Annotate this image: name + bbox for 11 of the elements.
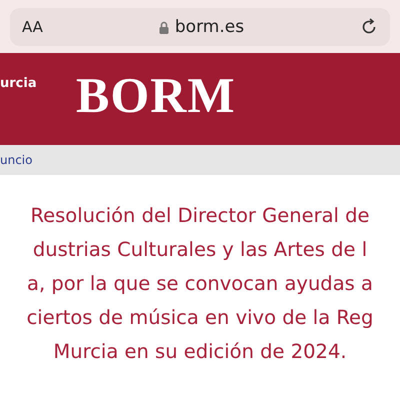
title-line: dustrias Culturales y las Artes de l	[32, 237, 368, 263]
title-line: Resolución del Director General de	[30, 203, 370, 229]
logo[interactable]: BORM	[76, 70, 236, 120]
region-name: urcia	[0, 76, 38, 91]
breadcrumb-link[interactable]: uncio	[0, 153, 32, 167]
address-bar[interactable]: AA borm.es	[10, 8, 390, 46]
text-size-button[interactable]: AA	[22, 18, 43, 36]
title-line: ciertos de música en vivo de la Reg	[26, 305, 374, 331]
title-line: a, por la que se convocan ayudas a	[27, 271, 373, 297]
title-line: Murcia en su edición de 2024.	[53, 339, 347, 365]
url-text: borm.es	[174, 17, 244, 37]
